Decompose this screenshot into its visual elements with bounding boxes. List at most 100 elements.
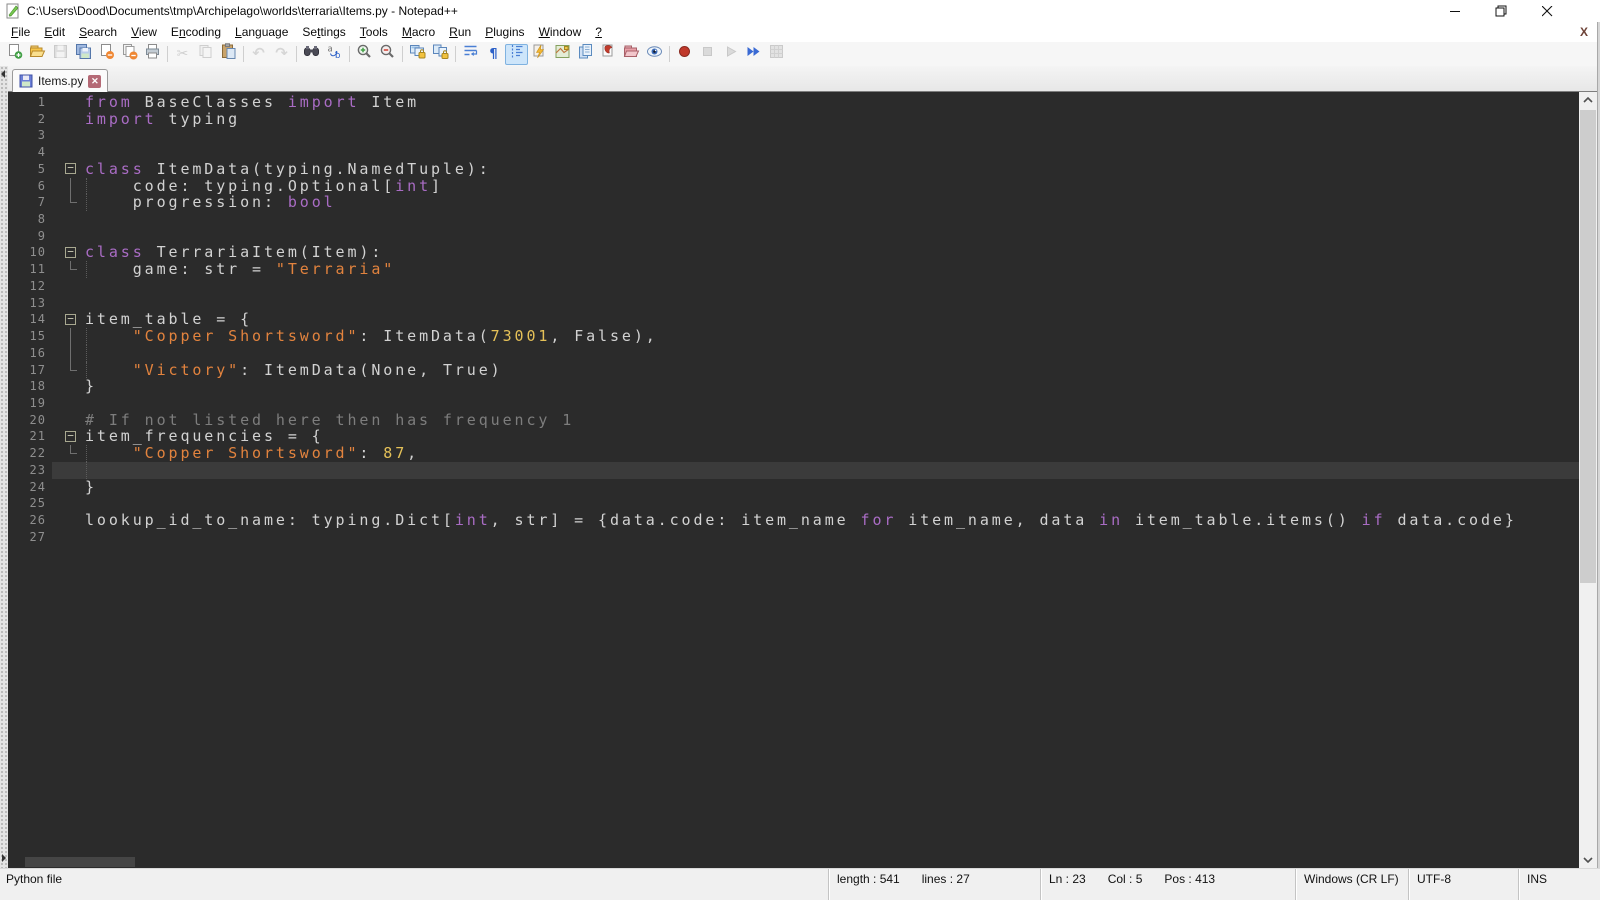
collapse-left-icon[interactable] <box>1 70 5 78</box>
minimize-button[interactable] <box>1432 0 1478 22</box>
menu-item-help[interactable]: ? <box>588 23 609 41</box>
code-line[interactable]: 18} <box>8 378 1579 395</box>
code-line[interactable]: 15 "Copper Shortsword": ItemData(73001, … <box>8 328 1579 345</box>
toolbar-macro-run-multiple-button[interactable] <box>742 44 765 65</box>
close-button[interactable] <box>1524 0 1570 22</box>
menu-item-tools[interactable]: Tools <box>353 23 395 41</box>
toolbar-function-list-button[interactable] <box>597 44 620 65</box>
code-line[interactable]: 13 <box>8 295 1579 312</box>
code-line[interactable]: 6 code: typing.Optional[int] <box>8 178 1579 195</box>
code-line[interactable]: 4 <box>8 144 1579 161</box>
code-line[interactable]: 25 <box>8 495 1579 512</box>
toolbar-cut-button[interactable]: ✂ <box>171 44 194 65</box>
fold-collapse-icon[interactable]: − <box>65 247 76 258</box>
toolbar-open-folder-button[interactable] <box>26 44 49 65</box>
toolbar-print-button[interactable] <box>141 44 164 65</box>
menu-item-plugins[interactable]: Plugins <box>478 23 531 41</box>
code-line[interactable]: 3 <box>8 127 1579 144</box>
toolbar-save-all-button[interactable] <box>72 44 95 65</box>
toolbar-monitoring-button[interactable] <box>643 44 666 65</box>
toolbar-show-indent-guide-button[interactable] <box>505 44 528 65</box>
code-line[interactable]: 2import typing <box>8 111 1579 128</box>
code-line[interactable]: 10−class TerrariaItem(Item): <box>8 244 1579 261</box>
code-line[interactable]: 17 "Victory": ItemData(None, True) <box>8 362 1579 379</box>
zoom-out-icon <box>379 43 396 65</box>
menu-item-encoding[interactable]: Encoding <box>164 23 228 41</box>
toolbar-define-language-button[interactable] <box>528 44 551 65</box>
toolbar-sync-horizontal-button[interactable] <box>429 44 452 65</box>
code-line[interactable]: 24} <box>8 479 1579 496</box>
code-line[interactable]: 5−class ItemData(typing.NamedTuple): <box>8 161 1579 178</box>
toolbar-close-all-button[interactable] <box>118 44 141 65</box>
code-line[interactable]: 27 <box>8 529 1579 546</box>
toolbar-paste-button[interactable] <box>217 44 240 65</box>
toolbar-copy-button[interactable] <box>194 44 217 65</box>
code-line[interactable]: 26lookup_id_to_name: typing.Dict[int, st… <box>8 512 1579 529</box>
toolbar-document-map-button[interactable] <box>551 44 574 65</box>
toolbar-document-list-button[interactable] <box>574 44 597 65</box>
code-line[interactable]: 23 <box>8 462 1579 479</box>
restore-button[interactable] <box>1478 0 1524 22</box>
code-line[interactable]: 12 <box>8 278 1579 295</box>
code-line[interactable]: 22 "Copper Shortsword": 87, <box>8 445 1579 462</box>
menu-close-document-button[interactable]: X <box>1576 23 1592 41</box>
scroll-up-button[interactable] <box>1579 92 1597 108</box>
toolbar-word-wrap-button[interactable] <box>459 44 482 65</box>
fold-collapse-icon[interactable]: − <box>65 431 76 442</box>
code-line[interactable]: 21−item_frequencies = { <box>8 428 1579 445</box>
toolbar-undo-button[interactable]: ↶ <box>247 44 270 65</box>
tab-items-py[interactable]: Items.py ✕ <box>12 69 108 92</box>
expand-right-icon[interactable] <box>2 854 6 862</box>
toolbar-new-file-button[interactable] <box>3 44 26 65</box>
toolbar-macro-save-button[interactable] <box>765 44 788 65</box>
fold-collapse-icon[interactable]: − <box>65 314 76 325</box>
menu-item-window[interactable]: Window <box>532 23 589 41</box>
tab-close-icon[interactable]: ✕ <box>88 75 101 88</box>
horizontal-scrollbar-thumb[interactable] <box>25 857 135 867</box>
status-insert-mode[interactable]: INS <box>1518 869 1600 900</box>
toolbar-show-all-characters-button[interactable]: ¶ <box>482 44 505 65</box>
menu-item-file[interactable]: File <box>4 23 37 41</box>
toolbar-replace-button[interactable]: ab <box>323 44 346 65</box>
menu-item-language[interactable]: Language <box>228 23 295 41</box>
scroll-down-button[interactable] <box>1579 852 1597 868</box>
toolbar-sync-vertical-button[interactable] <box>406 44 429 65</box>
toolbar-zoom-out-button[interactable] <box>376 44 399 65</box>
code-line[interactable]: 14−item_table = { <box>8 311 1579 328</box>
dock-splitter-strip[interactable] <box>0 66 8 868</box>
code-line[interactable]: 19 <box>8 395 1579 412</box>
code-line[interactable]: 7 progression: bool <box>8 194 1579 211</box>
toolbar-zoom-in-button[interactable] <box>353 44 376 65</box>
toolbar-folder-as-workspace-button[interactable] <box>620 44 643 65</box>
fold-collapse-icon[interactable]: − <box>65 163 76 174</box>
fold-margin <box>52 529 82 546</box>
toolbar-macro-play-button[interactable] <box>719 44 742 65</box>
status-eol-format[interactable]: Windows (CR LF) <box>1295 869 1408 900</box>
menu-item-search[interactable]: Search <box>72 23 124 41</box>
status-encoding[interactable]: UTF-8 <box>1408 869 1518 900</box>
fold-margin <box>52 127 82 144</box>
toolbar-save-button[interactable] <box>49 44 72 65</box>
menu-item-run[interactable]: Run <box>442 23 478 41</box>
code-line[interactable]: 16 <box>8 345 1579 362</box>
toolbar-find-button[interactable] <box>300 44 323 65</box>
menu-item-view[interactable]: View <box>124 23 164 41</box>
code-line[interactable]: 9 <box>8 228 1579 245</box>
menu-item-settings[interactable]: Settings <box>295 23 352 41</box>
toolbar-close-file-button[interactable] <box>95 44 118 65</box>
toolbar-macro-stop-button[interactable] <box>696 44 719 65</box>
line-number: 22 <box>8 445 52 462</box>
code-line[interactable]: 11 game: str = "Terraria" <box>8 261 1579 278</box>
horizontal-scrollbar[interactable] <box>8 856 1579 868</box>
vertical-scrollbar-thumb[interactable] <box>1580 110 1596 583</box>
toolbar-macro-record-button[interactable] <box>673 44 696 65</box>
vertical-scrollbar[interactable] <box>1579 92 1597 868</box>
menu-item-edit[interactable]: Edit <box>37 23 72 41</box>
toolbar-redo-button[interactable]: ↷ <box>270 44 293 65</box>
code-line[interactable]: 20# If not listed here then has frequenc… <box>8 412 1579 429</box>
code-editor[interactable]: 1from BaseClasses import Item2import typ… <box>8 92 1579 868</box>
title-bar: C:\Users\Dood\Documents\tmp\Archipelago\… <box>0 0 1600 22</box>
code-line[interactable]: 8 <box>8 211 1579 228</box>
menu-item-macro[interactable]: Macro <box>395 23 442 41</box>
code-line[interactable]: 1from BaseClasses import Item <box>8 94 1579 111</box>
